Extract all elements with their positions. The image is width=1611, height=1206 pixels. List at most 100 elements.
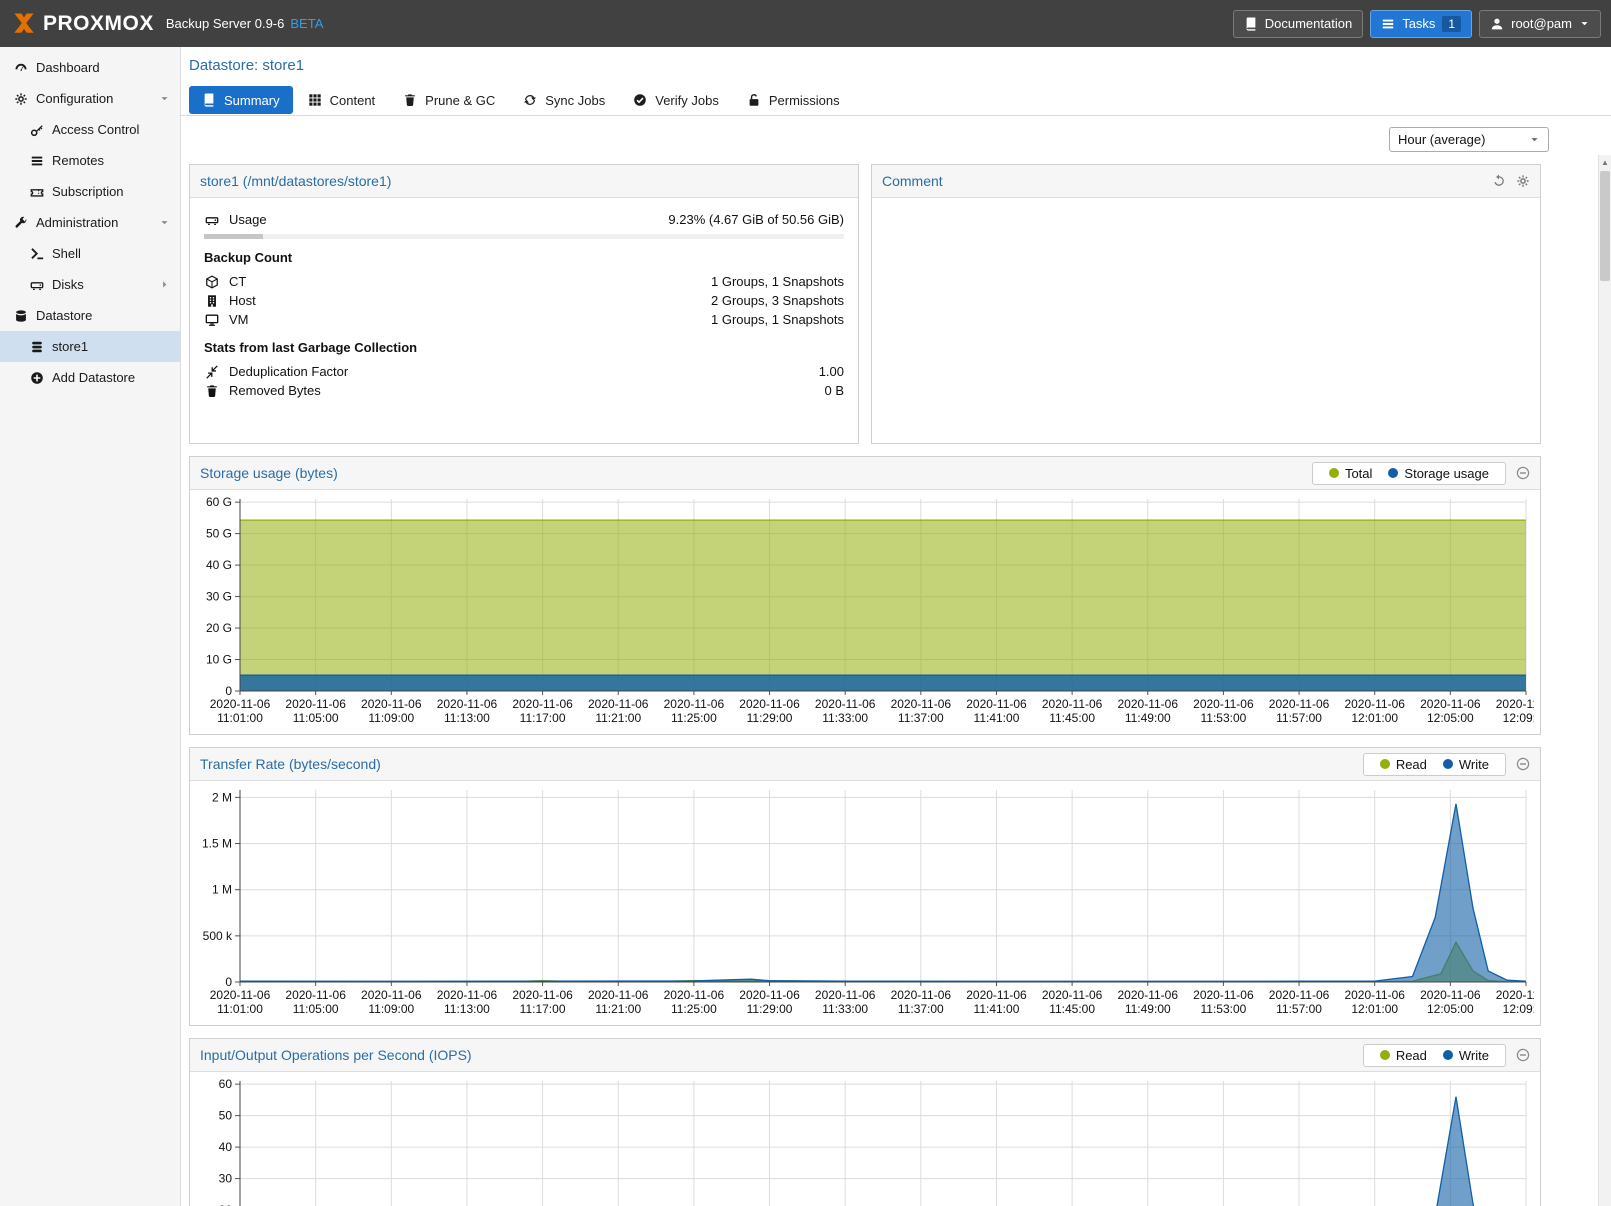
timeframe-select[interactable]: Hour (average) — [1389, 127, 1549, 152]
sidebar-item-disks[interactable]: Disks — [0, 269, 180, 300]
sidebar-item-configuration[interactable]: Configuration — [0, 83, 180, 114]
svg-text:2020-11-06: 2020-11-06 — [815, 988, 876, 1002]
beta-link[interactable]: BETA — [290, 16, 323, 31]
sidebar-item-access-control[interactable]: Access Control — [0, 114, 180, 145]
dedup-row: Deduplication Factor 1.00 — [204, 362, 844, 381]
svg-text:2020-11-06: 2020-11-06 — [1193, 988, 1254, 1002]
legend-item-write[interactable]: Write — [1435, 1047, 1497, 1064]
svg-text:2020-11-06: 2020-11-06 — [1042, 988, 1103, 1002]
tab-summary[interactable]: Summary — [189, 86, 293, 114]
sidebar-item-store1[interactable]: store1 — [0, 331, 180, 362]
svg-text:2020-11-06: 2020-11-06 — [285, 988, 346, 1002]
host-row: Host 2 Groups, 3 Snapshots — [204, 291, 844, 310]
gear-icon[interactable] — [1516, 174, 1530, 188]
panel-tools — [1492, 174, 1530, 188]
tasks-label: Tasks — [1402, 16, 1435, 31]
grid-icon — [308, 93, 322, 107]
legend-dot — [1380, 1050, 1390, 1060]
legend-label: Read — [1396, 1048, 1427, 1063]
panel-header: Storage usage (bytes) Total Storage usag… — [190, 457, 1540, 490]
tab-prune-gc[interactable]: Prune & GC — [390, 86, 508, 114]
sidebar-item-shell[interactable]: Shell — [0, 238, 180, 269]
svg-text:30: 30 — [219, 1172, 233, 1186]
sidebar-item-label: Add Datastore — [52, 370, 135, 385]
tab-permissions[interactable]: Permissions — [734, 86, 853, 114]
comment-body[interactable] — [872, 198, 1540, 443]
scrollbar-thumb[interactable] — [1600, 171, 1610, 281]
host-label: Host — [229, 293, 256, 308]
svg-text:11:13:00: 11:13:00 — [444, 1002, 490, 1016]
backup-count-heading: Backup Count — [204, 250, 844, 265]
usage-value: 9.23% (4.67 GiB of 50.56 GiB) — [668, 212, 844, 227]
svg-text:2020-11-06: 2020-11-06 — [739, 697, 800, 711]
legend-item-read[interactable]: Read — [1372, 756, 1435, 773]
timeframe-value: Hour (average) — [1398, 132, 1485, 147]
svg-text:2020-11-06: 2020-11-06 — [361, 988, 422, 1002]
legend-dot — [1388, 468, 1398, 478]
vm-row: VM 1 Groups, 1 Snapshots — [204, 310, 844, 329]
svg-text:11:45:00: 11:45:00 — [1049, 711, 1095, 725]
svg-text:11:33:00: 11:33:00 — [822, 1002, 868, 1016]
reload-icon[interactable] — [1492, 174, 1506, 188]
panel-title: Input/Output Operations per Second (IOPS… — [200, 1047, 472, 1063]
collapse-icon[interactable] — [1516, 466, 1530, 480]
tasks-button[interactable]: Tasks 1 — [1370, 10, 1472, 38]
svg-text:2020-11-06: 2020-11-06 — [891, 988, 952, 1002]
svg-text:11:13:00: 11:13:00 — [444, 711, 490, 725]
svg-text:11:45:00: 11:45:00 — [1049, 1002, 1095, 1016]
svg-text:11:53:00: 11:53:00 — [1200, 1002, 1246, 1016]
sidebar-item-add-datastore[interactable]: Add Datastore — [0, 362, 180, 393]
collapse-icon[interactable] — [1516, 1048, 1530, 1062]
user-label: root@pam — [1511, 16, 1572, 31]
svg-text:11:49:00: 11:49:00 — [1125, 1002, 1171, 1016]
svg-text:2020-11-06: 2020-11-06 — [966, 697, 1027, 711]
svg-text:2020-11-06: 2020-11-06 — [664, 697, 725, 711]
sidebar-item-remotes[interactable]: Remotes — [0, 145, 180, 176]
svg-text:60 G: 60 G — [206, 495, 232, 509]
tab-content[interactable]: Content — [295, 86, 389, 114]
svg-text:2020-11-06: 2020-11-06 — [361, 697, 422, 711]
tab-sync-jobs[interactable]: Sync Jobs — [510, 86, 618, 114]
database-icon — [14, 309, 28, 323]
dedup-label: Deduplication Factor — [229, 364, 348, 379]
product-version: Backup Server 0.9-6 — [166, 16, 285, 31]
check-circle-icon — [633, 93, 647, 107]
sidebar-item-administration[interactable]: Administration — [0, 207, 180, 238]
svg-text:11:09:00: 11:09:00 — [368, 711, 414, 725]
legend-item-total[interactable]: Total — [1321, 465, 1380, 482]
svg-text:40 G: 40 G — [206, 558, 232, 572]
svg-text:11:29:00: 11:29:00 — [747, 711, 793, 725]
collapse-icon[interactable] — [1516, 757, 1530, 771]
svg-text:50: 50 — [219, 1109, 233, 1123]
sidebar-item-subscription[interactable]: Subscription — [0, 176, 180, 207]
tab-verify-jobs[interactable]: Verify Jobs — [620, 86, 732, 114]
key-icon — [30, 123, 44, 137]
legend-item-read[interactable]: Read — [1372, 1047, 1435, 1064]
legend-item-write[interactable]: Write — [1435, 756, 1497, 773]
sidebar-item-label: Shell — [52, 246, 81, 261]
legend-dot — [1443, 1050, 1453, 1060]
svg-text:1 M: 1 M — [212, 883, 232, 897]
sidebar-item-dashboard[interactable]: Dashboard — [0, 52, 180, 83]
tab-label: Prune & GC — [425, 93, 495, 108]
svg-text:11:05:00: 11:05:00 — [293, 711, 339, 725]
user-menu-button[interactable]: root@pam — [1479, 10, 1601, 38]
legend-dot — [1380, 759, 1390, 769]
scrollbar-up-icon[interactable]: ▲ — [1599, 155, 1611, 169]
topbar-actions: Documentation Tasks 1 root@pam — [1233, 10, 1601, 38]
sidebar-item-datastore[interactable]: Datastore — [0, 300, 180, 331]
legend-item-storage-usage[interactable]: Storage usage — [1380, 465, 1497, 482]
tab-label: Permissions — [769, 93, 840, 108]
svg-text:2020-11-06: 2020-11-06 — [1496, 697, 1534, 711]
trash-icon — [403, 93, 417, 107]
sidebar-item-label: store1 — [52, 339, 88, 354]
svg-text:12:05:00: 12:05:00 — [1427, 711, 1474, 725]
svg-text:30 G: 30 G — [206, 590, 232, 604]
svg-text:10 G: 10 G — [206, 653, 232, 667]
dedup-value: 1.00 — [819, 364, 844, 379]
documentation-button[interactable]: Documentation — [1233, 10, 1363, 38]
vertical-scrollbar[interactable]: ▲ — [1598, 155, 1611, 1206]
caret-down-icon — [159, 217, 170, 228]
svg-text:11:41:00: 11:41:00 — [974, 1002, 1020, 1016]
documentation-label: Documentation — [1265, 16, 1352, 31]
